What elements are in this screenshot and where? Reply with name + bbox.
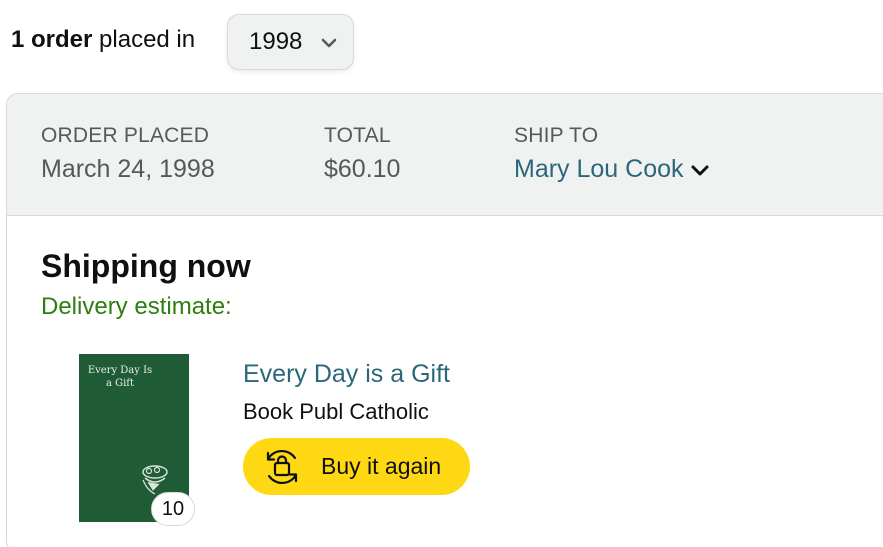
year-filter-value: 1998 (249, 28, 303, 55)
chevron-down-icon[interactable] (688, 158, 712, 182)
order-placed-label: ORDER PLACED (41, 124, 210, 147)
buy-it-again-button[interactable]: Buy it again (243, 438, 470, 495)
order-card-header: ORDER PLACED March 24, 1998 TOTAL $60.10… (7, 94, 883, 216)
order-count-rest: placed in (92, 26, 196, 53)
shipment-status-heading: Shipping now (41, 248, 251, 284)
year-filter-dropdown[interactable]: 1998 (227, 14, 354, 70)
product-author: Book Publ Catholic (243, 399, 429, 424)
ship-to-recipient[interactable]: Mary Lou Cook (514, 151, 712, 187)
order-total-label: TOTAL (324, 124, 391, 147)
order-total-column: TOTAL $60.10 (324, 123, 400, 187)
ship-to-column: SHIP TO Mary Lou Cook (514, 123, 712, 187)
product-title-link[interactable]: Every Day is a Gift (243, 358, 450, 390)
order-total-value: $60.10 (324, 155, 401, 183)
buy-it-again-label: Buy it again (321, 453, 442, 479)
order-count-text: 1 order placed in (11, 25, 195, 55)
chevron-down-icon (321, 38, 337, 48)
book-cover-title: Every Day Is a Gift (87, 365, 153, 389)
delivery-estimate: Delivery estimate: (41, 293, 232, 320)
reorder-bag-icon (266, 449, 298, 484)
quantity-badge: 10 (151, 492, 195, 526)
ship-to-name[interactable]: Mary Lou Cook (514, 151, 684, 187)
ship-to-label: SHIP TO (514, 124, 599, 147)
order-count-bold: 1 order (11, 26, 93, 53)
order-card: ORDER PLACED March 24, 1998 TOTAL $60.10… (6, 93, 883, 547)
order-placed-date: March 24, 1998 (41, 155, 215, 183)
order-placed-column: ORDER PLACED March 24, 1998 (41, 123, 215, 187)
orders-page: 1 order placed in 1998 ORDER PLACED Marc… (0, 0, 883, 547)
